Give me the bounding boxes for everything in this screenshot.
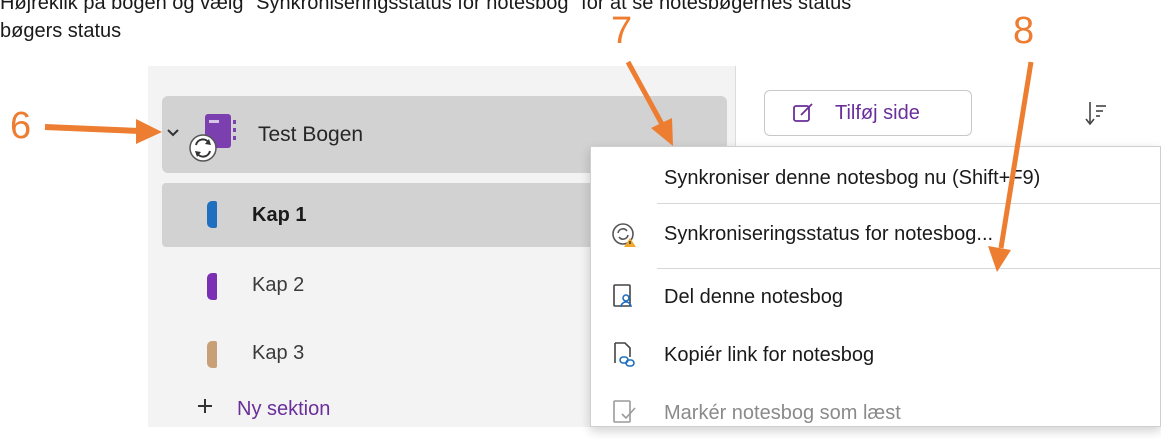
notebook-sync-icon — [189, 114, 236, 162]
menu-item-mark-read: Markér notesbog som læst — [591, 391, 1160, 439]
mark-read-icon — [613, 400, 636, 423]
section-label[interactable]: Kap 2 — [252, 274, 304, 297]
menu-label: Del denne notesbog — [664, 286, 844, 308]
notebook-title[interactable]: Test Bogen — [258, 123, 363, 147]
notebook-context-menu: Synkroniser denne notesbog nu (Shift+F9)… — [590, 146, 1161, 427]
menu-item-sync-status[interactable]: Synkroniseringsstatus for notesbog... — [591, 211, 1160, 259]
section-color-tab — [207, 201, 217, 228]
menu-item-share-notebook[interactable]: Del denne notesbog — [591, 273, 1160, 321]
plus-icon[interactable] — [197, 398, 213, 414]
callout-number-8: 8 — [1013, 10, 1035, 52]
menu-item-sync-now[interactable]: Synkroniser denne notesbog nu (Shift+F9) — [591, 155, 1160, 203]
sync-status-icon — [612, 223, 636, 247]
add-page-label: Tilføj side — [835, 102, 920, 124]
menu-label: Synkroniseringsstatus for notesbog... — [664, 223, 994, 245]
section-color-tab — [207, 273, 217, 300]
menu-label: Synkroniser denne notesbog nu (Shift+F9) — [664, 167, 1041, 189]
arrow-6 — [44, 119, 162, 144]
share-notebook-icon — [613, 284, 632, 308]
chevron-down-icon[interactable] — [166, 127, 180, 139]
document-line-2: bøgers status — [0, 20, 122, 42]
section-label[interactable]: Kap 3 — [252, 342, 304, 365]
sort-icon[interactable] — [1084, 100, 1108, 126]
menu-label: Kopiér link for notesbog — [664, 344, 875, 366]
callout-number-6: 6 — [10, 105, 32, 147]
new-section-link[interactable]: Ny sektion — [237, 398, 330, 421]
add-page-button[interactable]: Tilføj side — [764, 90, 972, 136]
copy-link-icon — [614, 342, 635, 367]
section-label[interactable]: Kap 1 — [252, 204, 306, 227]
menu-label: Markér notesbog som læst — [664, 402, 901, 424]
edit-icon — [793, 103, 813, 122]
callout-number-7: 7 — [611, 10, 633, 52]
menu-separator — [657, 203, 1160, 204]
menu-separator — [657, 268, 1160, 269]
document-line-1: Højreklik på bogen og vælg "Synkroniseri… — [0, 0, 852, 14]
document-text: Højreklik på bogen og vælg "Synkroniseri… — [0, 0, 1161, 66]
section-color-tab — [207, 341, 217, 368]
menu-item-copy-link[interactable]: Kopiér link for notesbog — [591, 331, 1160, 379]
